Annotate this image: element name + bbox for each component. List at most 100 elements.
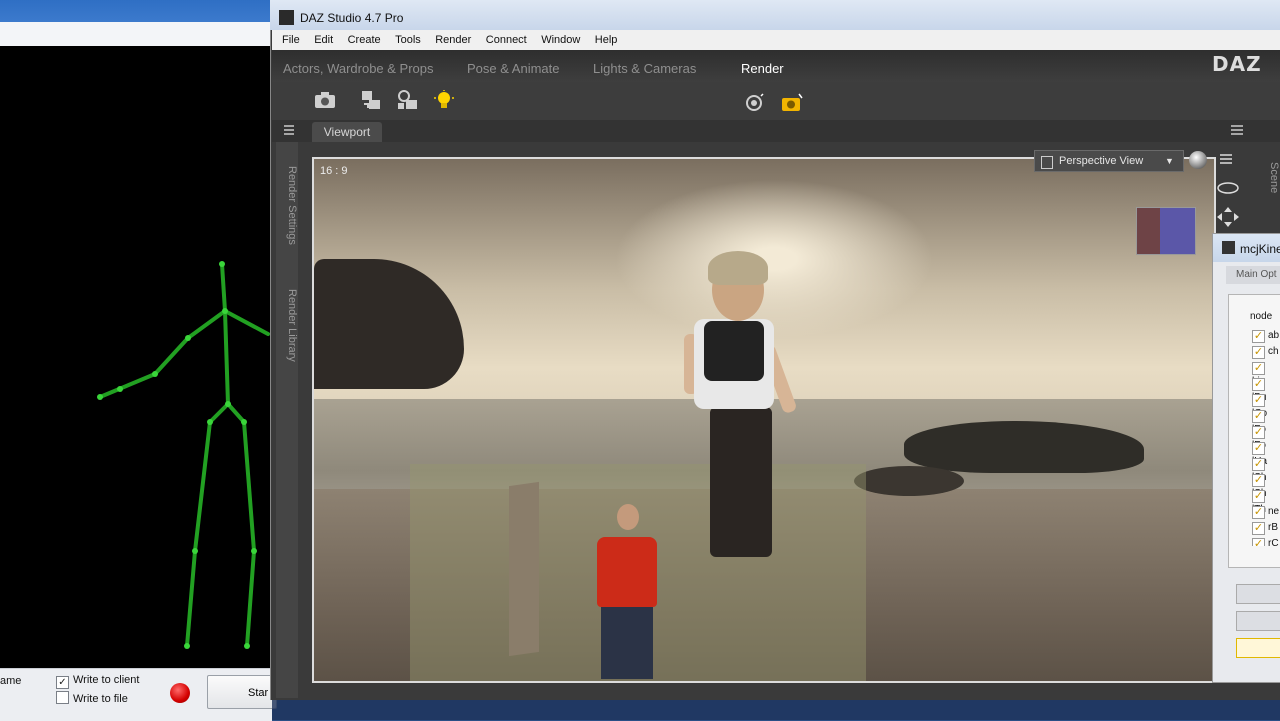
- check-icon[interactable]: ✓: [1252, 474, 1265, 487]
- list-item[interactable]: ✓lHa: [1252, 441, 1280, 467]
- check-icon[interactable]: ✓: [1252, 538, 1265, 546]
- check-icon[interactable]: ✓: [1252, 426, 1265, 439]
- view-selector[interactable]: Perspective View ▼: [1034, 150, 1184, 172]
- orbit-icon[interactable]: [1216, 180, 1240, 196]
- list-item[interactable]: ✓lSh: [1252, 457, 1280, 483]
- list-item[interactable]: ✓lBu: [1252, 377, 1280, 403]
- sun-glow: [614, 179, 934, 339]
- lightbulb-icon[interactable]: [433, 90, 455, 110]
- right-panel-menu-icon[interactable]: [1230, 124, 1244, 136]
- start-button[interactable]: Star: [207, 675, 277, 709]
- figure-vest: [704, 321, 764, 381]
- viewport-menu-icon[interactable]: [1218, 152, 1234, 166]
- list-item[interactable]: ✓lTh: [1252, 489, 1280, 515]
- menu-file[interactable]: File: [282, 31, 300, 49]
- write-to-client-option[interactable]: ✓ Write to client: [56, 674, 139, 689]
- viewport-header: [272, 120, 1280, 142]
- record-indicator-icon[interactable]: [170, 683, 190, 703]
- list-item[interactable]: ✓lFo: [1252, 425, 1280, 451]
- check-icon[interactable]: ✓: [1252, 378, 1265, 391]
- daz-logo: DAZ: [1212, 52, 1262, 76]
- background-door: [509, 481, 539, 657]
- iray-render-icon[interactable]: [744, 93, 766, 113]
- panel-menu-icon[interactable]: [281, 124, 295, 136]
- node-label: rB: [1268, 522, 1278, 533]
- menu-help[interactable]: Help: [595, 31, 618, 49]
- pan-icon[interactable]: [1216, 206, 1240, 228]
- camera-icon[interactable]: [314, 90, 336, 110]
- person-shirt: [597, 537, 657, 607]
- render-camera-icon[interactable]: [781, 93, 803, 113]
- taskbar: [272, 700, 1280, 720]
- figure-hair: [708, 251, 768, 285]
- check-icon[interactable]: ✓: [1252, 490, 1265, 503]
- node-column-header[interactable]: node: [1250, 311, 1272, 322]
- chevron-down-icon: ▼: [1165, 156, 1174, 166]
- tab-render[interactable]: Render: [741, 58, 784, 80]
- write-to-file-checkbox[interactable]: [56, 691, 69, 704]
- daz-titlebar[interactable]: [270, 0, 1280, 30]
- name-label-fragment: ame: [0, 675, 22, 687]
- skeleton-figure: [97, 261, 270, 649]
- menu-create[interactable]: Create: [348, 31, 381, 49]
- tab-main-options[interactable]: Main Opt: [1226, 266, 1280, 284]
- plugin-button-2[interactable]: [1236, 611, 1280, 631]
- daz-window-title: DAZ Studio 4.7 Pro: [300, 11, 404, 25]
- tab-actors-wardrobe-props[interactable]: Actors, Wardrobe & Props: [283, 58, 434, 80]
- daz-app-icon: [279, 10, 294, 25]
- view-layout-icon: [1041, 156, 1053, 169]
- view-selector-label: Perspective View: [1059, 155, 1144, 167]
- list-item[interactable]: ✓ ne: [1252, 505, 1279, 521]
- check-icon[interactable]: ✓: [1252, 346, 1265, 359]
- desktop-window-edge: [0, 22, 272, 46]
- check-icon[interactable]: ✓: [1252, 522, 1265, 535]
- plugin-title: mcjKine: [1240, 242, 1280, 256]
- plugin-button-3[interactable]: [1236, 638, 1280, 658]
- render-to-file-icon[interactable]: [360, 90, 382, 110]
- write-to-client-checkbox[interactable]: ✓: [56, 676, 69, 689]
- aspect-ratio-label: 16 : 9: [320, 165, 348, 177]
- check-icon[interactable]: ✓: [1252, 458, 1265, 471]
- check-icon[interactable]: ✓: [1252, 442, 1265, 455]
- menu-bar: File Edit Create Tools Render Connect Wi…: [272, 30, 1280, 51]
- tab-lights-cameras[interactable]: Lights & Cameras: [593, 58, 696, 80]
- node-label: ab: [1268, 330, 1280, 341]
- render-settings-icon[interactable]: [396, 90, 418, 110]
- draw-style-icon[interactable]: [1189, 151, 1207, 169]
- list-item[interactable]: ✓lSh: [1252, 473, 1280, 499]
- menu-edit[interactable]: Edit: [314, 31, 333, 49]
- list-item[interactable]: ✓lCo: [1252, 393, 1280, 419]
- tab-scene[interactable]: Scene: [1258, 155, 1280, 200]
- list-item[interactable]: ✓ rC: [1252, 537, 1279, 546]
- tab-render-settings[interactable]: Render Settings: [276, 155, 298, 255]
- check-icon[interactable]: ✓: [1252, 506, 1265, 519]
- menu-tools[interactable]: Tools: [395, 31, 421, 49]
- list-item[interactable]: ✓hip: [1252, 361, 1280, 387]
- node-label: rC: [1268, 538, 1279, 546]
- menu-render[interactable]: Render: [435, 31, 471, 49]
- person-legs: [601, 607, 653, 679]
- check-icon[interactable]: ✓: [1252, 330, 1265, 343]
- person-head: [617, 504, 639, 530]
- tab-render-library[interactable]: Render Library: [276, 280, 298, 370]
- check-icon[interactable]: ✓: [1252, 394, 1265, 407]
- render-toolbar: [272, 82, 1280, 120]
- list-item[interactable]: ✓ rB: [1252, 521, 1278, 537]
- plugin-app-icon: [1222, 241, 1235, 254]
- check-icon[interactable]: ✓: [1252, 410, 1265, 423]
- plugin-button-1[interactable]: [1236, 584, 1280, 604]
- view-cube[interactable]: [1136, 207, 1196, 255]
- write-to-file-option[interactable]: Write to file: [56, 691, 128, 705]
- list-item[interactable]: ✓lFo: [1252, 409, 1280, 435]
- menu-window[interactable]: Window: [541, 31, 580, 49]
- viewport[interactable]: 16 : 9: [312, 157, 1216, 683]
- write-to-file-label: Write to file: [73, 693, 128, 705]
- tab-viewport[interactable]: Viewport: [312, 122, 382, 142]
- list-item[interactable]: ✓ ab: [1252, 329, 1279, 345]
- node-label: ne: [1268, 506, 1280, 517]
- skeleton-view: [0, 46, 270, 668]
- list-item[interactable]: ✓ ch: [1252, 345, 1279, 361]
- menu-connect[interactable]: Connect: [486, 31, 527, 49]
- tab-pose-animate[interactable]: Pose & Animate: [467, 58, 560, 80]
- check-icon[interactable]: ✓: [1252, 362, 1265, 375]
